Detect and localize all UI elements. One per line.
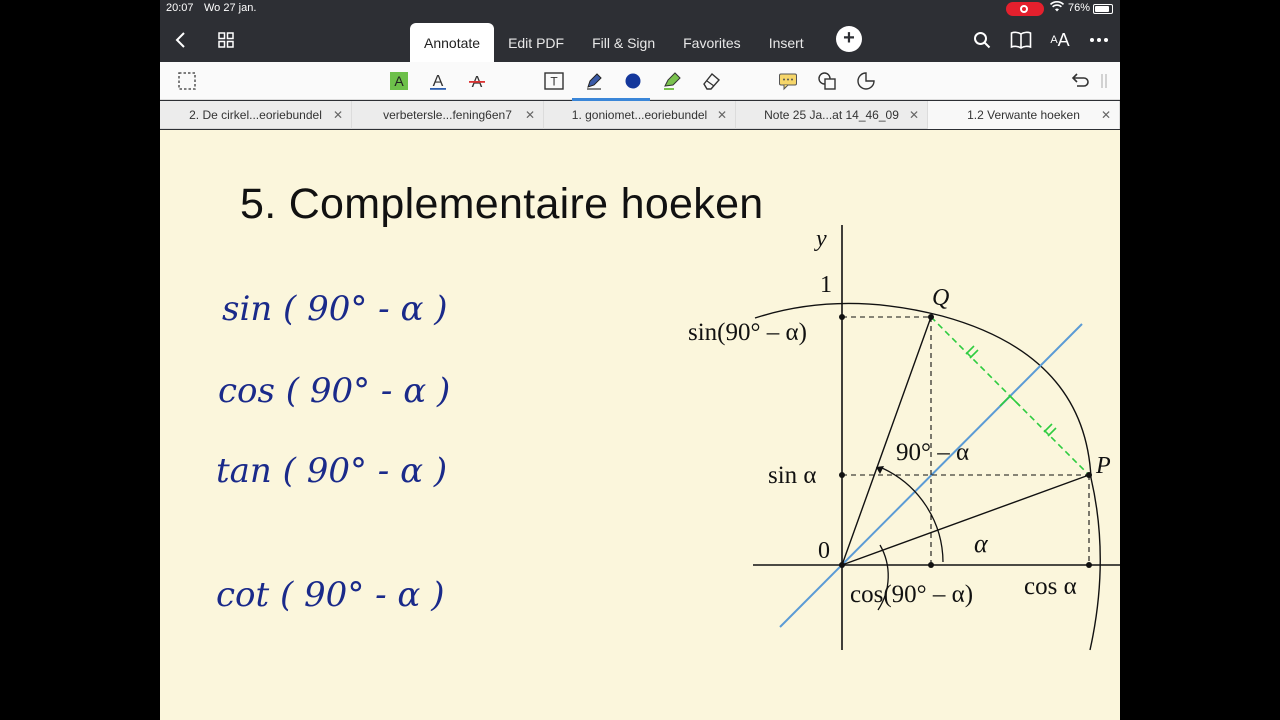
close-icon[interactable]: ✕ [1101, 108, 1111, 122]
handwritten-line: cot ( 90° - α ) [216, 575, 444, 615]
svg-text:T: T [550, 75, 558, 89]
close-icon[interactable]: ✕ [909, 108, 919, 122]
mode-tabs: Annotate Edit PDF Fill & Sign Favorites … [410, 23, 818, 62]
handwritten-line: cos ( 90° - α ) [218, 371, 450, 411]
tab-annotate[interactable]: Annotate [410, 23, 495, 62]
tab-edit-pdf[interactable]: Edit PDF [494, 23, 578, 62]
text-box-icon[interactable]: T [542, 69, 566, 93]
label-zero: 0 [818, 538, 830, 564]
doc-tab[interactable]: verbetersle...fening6en7 ✕ [352, 101, 544, 129]
highlighter-icon[interactable] [660, 69, 684, 93]
doc-tab-label: 2. De cirkel...eoriebundel [189, 108, 322, 122]
wifi-icon [1049, 1, 1065, 16]
color-picker-icon[interactable] [621, 69, 645, 93]
clock: 20:07 [166, 2, 194, 14]
selection-icon[interactable] [175, 69, 199, 93]
shapes-icon[interactable] [815, 69, 839, 93]
label-sin-a: sin α [768, 462, 817, 489]
label-alpha: α [974, 529, 989, 558]
underline-text-icon[interactable]: A [426, 69, 450, 93]
date: Wo 27 jan. [204, 2, 257, 14]
label-angle-comp: 90° – α [896, 439, 969, 466]
screen-record-icon [1006, 2, 1044, 16]
lasso-icon[interactable] [854, 69, 878, 93]
undo-icon[interactable] [1067, 69, 1091, 93]
y-axis-label: y [814, 226, 827, 252]
app-window: 20:07 Wo 27 jan. 76% Annotate Edit PDF F… [160, 0, 1120, 720]
text-size-icon[interactable]: AA [1046, 26, 1074, 54]
strikethrough-text-icon[interactable]: A [465, 69, 489, 93]
svg-text:A: A [394, 73, 404, 89]
doc-tab-label: 1.2 Verwante hoeken [967, 108, 1080, 122]
close-icon[interactable]: ✕ [717, 108, 727, 122]
doc-tab-label: 1. goniomet...eoriebundel [571, 108, 708, 122]
toolbar-handle-icon[interactable] [1098, 69, 1110, 93]
search-icon[interactable] [968, 26, 996, 54]
svg-text:A: A [433, 73, 444, 90]
label-cos-comp: cos(90° – α) [850, 581, 973, 608]
label-p: P [1095, 453, 1111, 479]
grid-view-icon[interactable] [212, 26, 240, 54]
unit-circle-figure: y 1 Q sin(90° – α) 90° – α sin α P 0 α c… [688, 225, 1120, 651]
tab-favorites[interactable]: Favorites [669, 23, 755, 62]
handwritten-line: sin ( 90° - α ) [222, 289, 448, 329]
pdf-page[interactable]: 5. Complementaire hoeken sin ( 90° - α )… [160, 130, 1120, 720]
battery-icon [1093, 4, 1113, 14]
tab-insert[interactable]: Insert [755, 23, 818, 62]
label-sin-comp: sin(90° – α) [688, 319, 807, 346]
battery-percent: 76% [1068, 2, 1091, 14]
label-q: Q [932, 285, 949, 311]
comment-icon[interactable] [776, 69, 800, 93]
close-icon[interactable]: ✕ [333, 108, 343, 122]
document-tabs: 2. De cirkel...eoriebundel ✕ verbetersle.… [160, 101, 1120, 129]
eraser-icon[interactable] [699, 69, 723, 93]
doc-tab-label: Note 25 Ja...at 14_46_09 [764, 108, 899, 122]
label-one: 1 [820, 272, 832, 298]
ray-op [841, 474, 1090, 566]
label-cos-a: cos α [1024, 573, 1077, 600]
doc-tab-label: verbetersle...fening6en7 [383, 108, 512, 122]
add-icon[interactable]: + [836, 26, 862, 52]
doc-tab[interactable]: 2. De cirkel...eoriebundel ✕ [160, 101, 352, 129]
close-icon[interactable]: ✕ [525, 108, 535, 122]
status-bar: 20:07 Wo 27 jan. 76% [160, 0, 1120, 18]
annotation-toolbar: A A A T [160, 62, 1120, 101]
top-navigation: Annotate Edit PDF Fill & Sign Favorites … [160, 18, 1120, 62]
highlight-text-icon[interactable]: A [387, 69, 411, 93]
doc-tab[interactable]: 1. goniomet...eoriebundel ✕ [544, 101, 736, 129]
handwritten-line: tan ( 90° - α ) [216, 451, 447, 491]
tab-fill-sign[interactable]: Fill & Sign [578, 23, 669, 62]
doc-tab-active[interactable]: 1.2 Verwante hoeken ✕ [928, 101, 1120, 129]
more-icon[interactable] [1085, 26, 1113, 54]
handwriting-layer: sin ( 90° - α ) cos ( 90° - α ) tan ( 90… [216, 225, 1120, 651]
pen-icon[interactable] [572, 69, 650, 101]
doc-tab[interactable]: Note 25 Ja...at 14_46_09 ✕ [736, 101, 928, 129]
back-chevron-icon[interactable] [166, 26, 194, 54]
book-icon[interactable] [1007, 26, 1035, 54]
